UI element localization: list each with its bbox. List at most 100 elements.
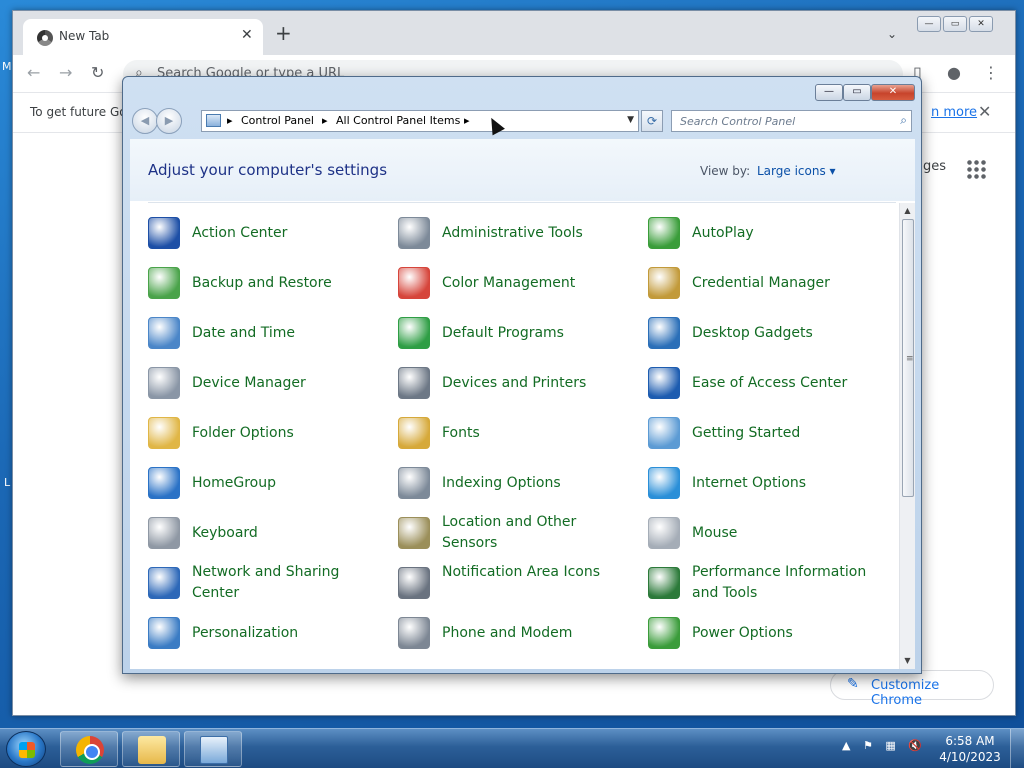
back-arrow-icon[interactable]: ← — [27, 63, 40, 82]
control-panel-item[interactable]: Credential Manager — [648, 261, 888, 305]
control-panel-item[interactable]: HomeGroup — [148, 461, 388, 505]
profile-icon[interactable]: ● — [947, 63, 961, 82]
control-panel-item[interactable]: Notification Area Icons — [398, 561, 638, 605]
scroll-down-arrow-icon[interactable]: ▼ — [900, 653, 915, 669]
control-panel-window-controls: — ▭ ✕ — [815, 84, 915, 102]
clock[interactable]: 6:58 AM 4/10/2023 — [938, 733, 1002, 765]
volume-muted-icon[interactable]: 🔇 — [908, 739, 922, 752]
breadcrumb-control-panel[interactable]: Control Panel — [241, 114, 314, 127]
maximize-button[interactable]: ▭ — [843, 84, 871, 101]
scroll-up-arrow-icon[interactable]: ▲ — [900, 203, 915, 219]
control-panel-item-label: Performance Information and Tools — [692, 564, 867, 601]
control-panel-item[interactable]: Devices and Printers — [398, 361, 638, 405]
breadcrumb-all-items[interactable]: All Control Panel Items — [336, 114, 460, 127]
address-dropdown-icon[interactable]: ▼ — [627, 115, 634, 125]
taskbar-chrome-button[interactable] — [60, 731, 118, 767]
minimize-button[interactable]: — — [815, 84, 843, 101]
search-control-panel-input[interactable]: Search Control Panel ⌕ — [671, 110, 912, 132]
refresh-button[interactable]: ⟳ — [641, 110, 663, 132]
control-panel-item[interactable]: Ease of Access Center — [648, 361, 888, 405]
control-panel-item[interactable]: Location and Other Sensors — [398, 511, 638, 555]
control-panel-item[interactable]: Action Center — [148, 211, 388, 255]
search-placeholder: Search Control Panel — [680, 115, 796, 128]
back-button[interactable]: ◀ — [132, 108, 158, 134]
system-tray: ▲ ⚑ ▦ 🔇 — [842, 739, 931, 752]
infobar-learn-more-link[interactable]: n more — [931, 105, 977, 120]
minimize-button[interactable]: — — [917, 16, 941, 32]
maximize-button[interactable]: ▭ — [943, 16, 967, 32]
autoplay-icon — [648, 217, 680, 249]
control-panel-item[interactable]: AutoPlay — [648, 211, 888, 255]
pencil-icon: ✎ — [847, 676, 859, 692]
taskbar-explorer-button[interactable] — [122, 731, 180, 767]
customize-chrome-button[interactable]: ✎ Customize Chrome — [830, 670, 994, 708]
control-panel-item-label: Keyboard — [192, 525, 258, 541]
close-button[interactable]: ✕ — [871, 84, 915, 101]
control-panel-item[interactable]: Device Manager — [148, 361, 388, 405]
safe-icon — [648, 267, 680, 299]
tab-new-tab[interactable]: New Tab ✕ — [23, 19, 263, 55]
tab-search-icon[interactable]: ⌄ — [887, 27, 897, 41]
content-header: Adjust your computer's settings View by:… — [130, 139, 915, 201]
control-panel-item[interactable]: Personalization — [148, 611, 388, 655]
breadcrumb-separator-icon[interactable]: ▸ — [322, 114, 328, 127]
action-center-flag-icon[interactable]: ⚑ — [863, 739, 873, 752]
control-panel-item[interactable]: Performance Information and Tools — [648, 561, 888, 605]
apps-grid-icon[interactable] — [966, 159, 986, 179]
keyboard-icon — [148, 517, 180, 549]
infobar-close-icon[interactable]: ✕ — [978, 102, 991, 121]
control-panel-item[interactable]: Phone and Modem — [398, 611, 638, 655]
control-panel-item-label: Devices and Printers — [442, 375, 587, 391]
forward-arrow-icon[interactable]: → — [59, 63, 72, 82]
chrome-window-controls: — ▭ ✕ — [917, 11, 1013, 32]
new-tab-button[interactable]: + — [275, 23, 292, 43]
control-panel-item[interactable]: Getting Started — [648, 411, 888, 455]
control-panel-item[interactable]: Backup and Restore — [148, 261, 388, 305]
color-icon — [398, 267, 430, 299]
network-icon[interactable]: ▦ — [885, 739, 895, 752]
control-panel-item-label: Location and Other Sensors — [442, 514, 577, 551]
control-panel-item[interactable]: Administrative Tools — [398, 211, 638, 255]
control-panel-item[interactable]: Default Programs — [398, 311, 638, 355]
device-manager-icon — [148, 367, 180, 399]
getting-started-icon — [648, 417, 680, 449]
taskbar-control-panel-button[interactable] — [184, 731, 242, 767]
control-panel-item[interactable]: Date and Time — [148, 311, 388, 355]
forward-button[interactable]: ▶ — [156, 108, 182, 134]
close-button[interactable]: ✕ — [969, 16, 993, 32]
defaults-icon — [398, 317, 430, 349]
notification-icon — [398, 567, 430, 599]
control-panel-item-label: Device Manager — [192, 375, 306, 391]
control-panel-item[interactable]: Fonts — [398, 411, 638, 455]
control-panel-item[interactable]: Color Management — [398, 261, 638, 305]
tab-close-icon[interactable]: ✕ — [241, 27, 253, 43]
scrollbar-thumb[interactable]: ≡ — [902, 219, 914, 497]
personalization-icon — [148, 617, 180, 649]
show-desktop-button[interactable] — [1010, 729, 1024, 768]
address-bar[interactable]: ▸ Control Panel ▸ All Control Panel Item… — [201, 110, 639, 132]
clock-date: 4/10/2023 — [939, 750, 1001, 764]
start-button[interactable] — [6, 731, 46, 767]
control-panel-item[interactable]: Indexing Options — [398, 461, 638, 505]
control-panel-item[interactable]: Keyboard — [148, 511, 388, 555]
menu-dots-icon[interactable]: ⋮ — [983, 63, 999, 82]
images-link[interactable]: ges — [923, 159, 946, 174]
control-panel-item[interactable]: Power Options — [648, 611, 888, 655]
control-panel-item[interactable]: Folder Options — [148, 411, 388, 455]
control-panel-item-label: AutoPlay — [692, 225, 754, 241]
control-panel-item[interactable]: Mouse — [648, 511, 888, 555]
performance-icon — [648, 567, 680, 599]
show-hidden-icons-arrow[interactable]: ▲ — [842, 739, 850, 752]
breadcrumb-separator-icon[interactable]: ▸ — [464, 114, 470, 127]
battery-icon — [648, 617, 680, 649]
control-panel-item-label: Default Programs — [442, 325, 564, 341]
breadcrumb-separator-icon[interactable]: ▸ — [227, 114, 233, 127]
view-by-dropdown[interactable]: Large icons ▾ — [757, 164, 836, 178]
search-icon[interactable]: ⌕ — [900, 113, 907, 128]
control-panel-item[interactable]: Desktop Gadgets — [648, 311, 888, 355]
vertical-scrollbar[interactable]: ▲ ≡ ▼ — [899, 203, 915, 669]
reload-icon[interactable]: ↻ — [91, 63, 104, 82]
control-panel-item[interactable]: Internet Options — [648, 461, 888, 505]
control-panel-item[interactable]: Network and Sharing Center — [148, 561, 388, 605]
control-panel-item-label: Ease of Access Center — [692, 375, 848, 391]
